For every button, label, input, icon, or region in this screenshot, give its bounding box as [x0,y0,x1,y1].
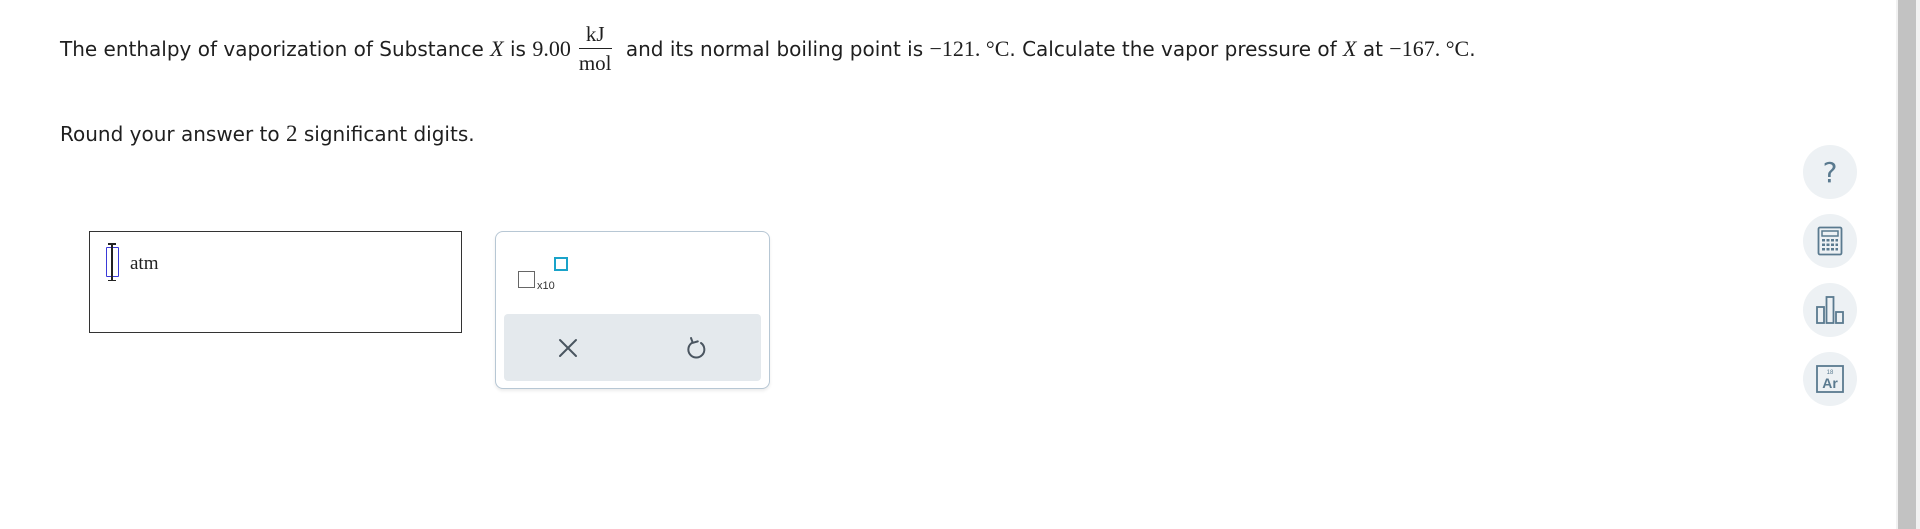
periodic-table-button[interactable]: 18 Ar [1803,352,1857,406]
calculator-button[interactable] [1803,214,1857,268]
calculator-icon [1817,226,1843,256]
close-icon [559,339,577,357]
rounding-instruction: Round your answer to 2 significant digit… [60,121,475,146]
fraction-numerator: kJ [578,24,612,49]
text-cursor [108,243,116,281]
help-button[interactable]: ? [1803,145,1857,199]
exponent-box-icon [554,257,568,271]
question-text: The enthalpy of vaporization of Substanc… [60,22,1476,75]
question-mark-icon: ? [1822,155,1838,189]
significant-digits-count: 2 [286,121,298,146]
element-symbol: Ar [1822,375,1838,391]
fraction-denominator: mol [578,51,612,75]
boiling-point: −121. °C [929,36,1010,61]
undo-icon [687,337,706,359]
math-palette: x10 [495,231,770,389]
scientific-notation-button[interactable]: x10 [518,254,578,294]
scrollbar-thumb[interactable] [1898,0,1916,529]
periodic-table-icon: 18 Ar [1816,365,1844,393]
undo-button[interactable] [674,326,718,370]
clear-button[interactable] [546,326,590,370]
palette-action-bar [504,314,761,381]
data-chart-button[interactable] [1803,283,1857,337]
answer-unit: atm [130,253,159,274]
vertical-scrollbar[interactable] [1896,0,1920,529]
answer-input-box[interactable]: atm [89,231,462,333]
unit-fraction: kJ mol [578,24,612,75]
enthalpy-value: 9.00 [532,36,571,61]
x10-label: x10 [537,280,555,292]
substance-symbol-2: X [1343,36,1357,61]
bar-chart-icon [1816,296,1844,324]
mantissa-box-icon [518,271,535,288]
target-temperature: −167. °C [1389,36,1470,61]
substance-symbol: X [490,36,504,61]
